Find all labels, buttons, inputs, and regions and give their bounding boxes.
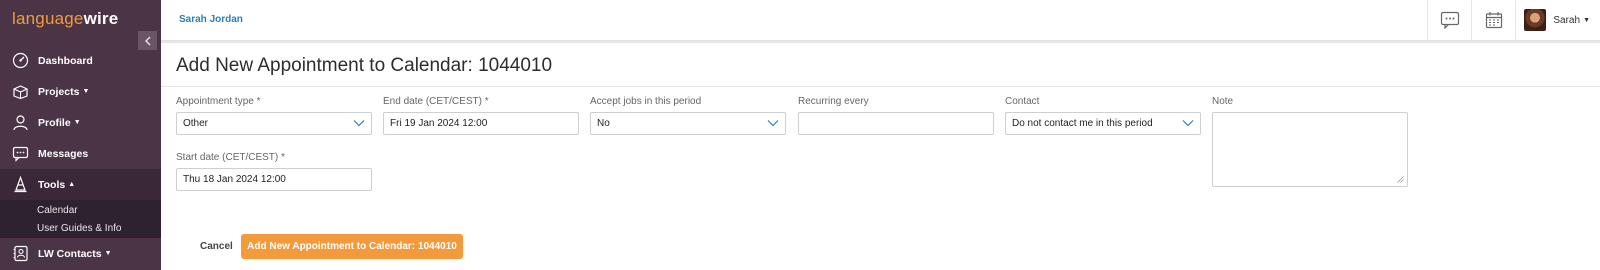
user-icon [11,114,29,132]
appointment-type-value: Other [183,118,209,129]
recurring-field: Recurring every [798,96,994,135]
calendar-button[interactable] [1471,0,1515,40]
submenu-item-calendar[interactable]: Calendar [0,200,161,219]
sidebar-item-label: Dashboard [38,54,93,67]
end-date-field: End date (CET/CEST) * Fri 19 Jan 2024 12… [383,96,579,135]
note-textarea[interactable] [1212,112,1408,187]
sidebar-item-dashboard[interactable]: Dashboard [0,45,161,76]
tools-icon [11,176,29,194]
add-appointment-button[interactable]: Add New Appointment to Calendar: 1044010 [241,234,463,259]
title-divider [161,86,1600,87]
chevron-left-icon [144,36,150,45]
resize-grip-icon[interactable] [1397,176,1404,183]
recurring-input[interactable] [798,112,994,135]
avatar [1524,9,1547,31]
caret-up-icon: ▲ [68,181,76,188]
contact-field: Contact Do not contact me in this period [1005,96,1201,135]
end-date-input[interactable]: Fri 19 Jan 2024 12:00 [383,112,579,135]
contact-value: Do not contact me in this period [1012,118,1153,129]
sidebar-item-profile[interactable]: Profile ▼ [0,107,161,138]
chat-icon [1440,11,1459,29]
start-date-field: Start date (CET/CEST) * Thu 18 Jan 2024 … [176,152,372,191]
page-title: Add New Appointment to Calendar: 1044010 [176,55,553,76]
logo-text-language: language [12,9,84,28]
note-label: Note [1212,96,1234,107]
logo-text-wire: wire [83,9,119,28]
chevron-down-icon [353,120,365,127]
note-field: Note [1212,96,1408,187]
sidebar-item-tools[interactable]: Tools ▲ [0,169,161,200]
sidebar-item-projects[interactable]: Projects ▼ [0,76,161,107]
messages-button[interactable] [1427,0,1471,40]
logo[interactable]: language wire [0,0,161,38]
chevron-down-icon [1182,120,1194,127]
start-date-value: Thu 18 Jan 2024 12:00 [183,174,286,185]
chevron-down-icon [767,120,779,127]
tools-submenu: Calendar User Guides & Info [0,200,161,238]
sidebar-item-label: Messages [38,147,89,160]
sidebar-nav: Dashboard Projects ▼ Profile ▼ Messages [0,45,161,269]
end-date-value: Fri 19 Jan 2024 12:00 [390,118,488,129]
start-date-label: Start date (CET/CEST) * [176,152,285,163]
start-date-input[interactable]: Thu 18 Jan 2024 12:00 [176,168,372,191]
appointment-type-field: Appointment type * Other [176,96,372,135]
projects-icon [11,83,29,101]
chat-icon [11,145,29,163]
accept-jobs-value: No [597,118,610,129]
caret-down-icon: ▼ [82,88,90,95]
top-header: Sarah Jordan Sarah ▼ [161,0,1600,41]
calendar-icon [1485,12,1502,29]
sidebar-item-label: Profile [38,116,71,129]
sidebar: language wire Dashboard Projects ▼ Profil… [0,0,161,270]
appointment-type-select[interactable]: Other [176,112,372,135]
sidebar-item-label: LW Contacts [38,247,102,260]
accept-jobs-select[interactable]: No [590,112,786,135]
submenu-item-user-guides[interactable]: User Guides & Info [0,219,161,238]
caret-down-icon: ▼ [104,250,112,257]
speedometer-icon [11,52,29,70]
contact-select[interactable]: Do not contact me in this period [1005,112,1201,135]
user-menu[interactable]: Sarah ▼ [1515,0,1600,40]
sidebar-item-label: Tools [38,178,66,191]
cancel-button[interactable]: Cancel [200,241,233,252]
caret-down-icon: ▼ [73,119,81,126]
end-date-label: End date (CET/CEST) * [383,96,489,107]
sidebar-item-label: Projects [38,85,80,98]
recurring-label: Recurring every [798,96,869,107]
accept-jobs-label: Accept jobs in this period [590,96,702,107]
caret-down-icon: ▼ [1583,16,1590,24]
accept-jobs-field: Accept jobs in this period No [590,96,786,135]
contacts-icon [11,245,29,263]
appointment-type-label: Appointment type * [176,96,261,107]
header-divider [161,41,1600,43]
sidebar-item-lw-contacts[interactable]: LW Contacts ▼ [0,238,161,269]
header-actions: Sarah ▼ [1427,0,1600,40]
user-name-link[interactable]: Sarah Jordan [179,14,243,25]
contact-label: Contact [1005,96,1040,107]
sidebar-item-messages[interactable]: Messages [0,138,161,169]
user-short-name: Sarah [1553,14,1581,26]
